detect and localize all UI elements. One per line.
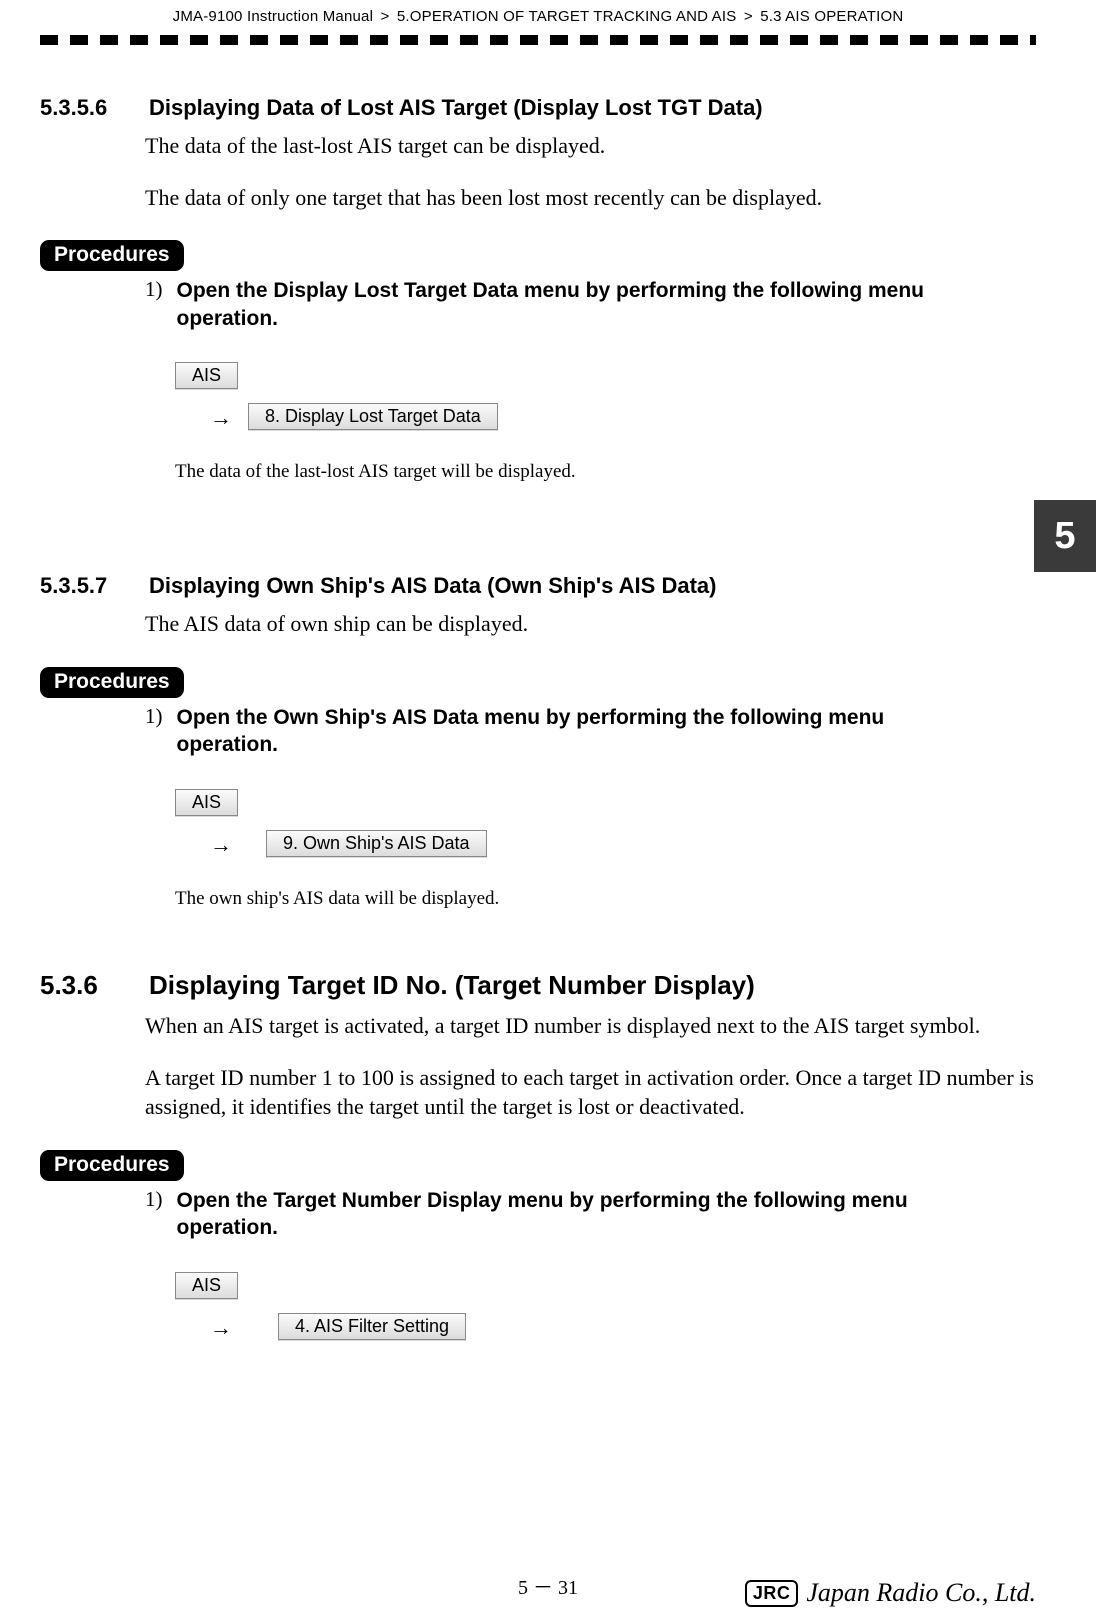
jrc-logo-icon: JRC <box>745 1580 799 1607</box>
body-text: When an AIS target is activated, a targe… <box>145 1011 1036 1041</box>
step-text: Open the Target Number Display menu by p… <box>177 1187 977 1242</box>
arrow-right-icon: → <box>210 1315 232 1341</box>
procedures-label: Procedures <box>40 1150 184 1181</box>
menu-button-ais[interactable]: AIS <box>175 1272 238 1299</box>
breadcrumb: JMA-9100 Instruction Manual > 5.OPERATIO… <box>40 0 1036 25</box>
body-text: A target ID number 1 to 100 is assigned … <box>145 1063 1036 1122</box>
menu-path-row: → 4. AIS Filter Setting <box>210 1313 1036 1341</box>
menu-button-ais-filter-setting[interactable]: 4. AIS Filter Setting <box>278 1313 466 1340</box>
menu-path: AIS <box>175 1272 1036 1299</box>
note-text: The data of the last-lost AIS target wil… <box>175 461 1036 483</box>
procedures-label: Procedures <box>40 240 184 271</box>
note-text: The own ship's AIS data will be displaye… <box>175 888 1036 910</box>
breadcrumb-sep: > <box>744 8 753 25</box>
chapter-tab: 5 <box>1034 500 1096 572</box>
breadcrumb-sep: > <box>381 8 390 25</box>
step-row: 1) Open the Target Number Display menu b… <box>145 1187 1036 1242</box>
menu-button-ais[interactable]: AIS <box>175 362 238 389</box>
step-row: 1) Open the Display Lost Target Data men… <box>145 277 1036 332</box>
menu-path: AIS <box>175 362 1036 389</box>
arrow-right-icon: → <box>210 832 232 858</box>
step-number: 1) <box>145 704 163 729</box>
page-number: 5 － 31 <box>518 1571 578 1600</box>
menu-button-own-ships-ais-data[interactable]: 9. Own Ship's AIS Data <box>266 830 487 857</box>
step-number: 1) <box>145 1187 163 1212</box>
step-number: 1) <box>145 277 163 302</box>
section-title: Displaying Target ID No. (Target Number … <box>149 970 755 1000</box>
body-text: The AIS data of own ship can be displaye… <box>145 609 1036 639</box>
menu-button-display-lost-target-data[interactable]: 8. Display Lost Target Data <box>248 403 498 430</box>
section-536: 5.3.6 Displaying Target ID No. (Target N… <box>40 970 1036 1001</box>
body-text: The data of the last-lost AIS target can… <box>145 131 1036 161</box>
menu-path-row: → 9. Own Ship's AIS Data <box>210 830 1036 858</box>
divider-dashed <box>40 35 1036 45</box>
breadcrumb-manual: JMA-9100 Instruction Manual <box>173 8 374 25</box>
section-title: Displaying Data of Lost AIS Target (Disp… <box>149 95 763 120</box>
step-text: Open the Display Lost Target Data menu b… <box>177 277 977 332</box>
breadcrumb-chapter: 5.OPERATION OF TARGET TRACKING AND AIS <box>397 8 737 25</box>
section-53557: 5.3.5.7 Displaying Own Ship's AIS Data (… <box>40 573 1036 599</box>
menu-path-row: → 8. Display Lost Target Data <box>210 403 1036 431</box>
section-num: 5.3.5.7 <box>40 573 145 599</box>
body-text: The data of only one target that has bee… <box>145 183 1036 213</box>
step-text: Open the Own Ship's AIS Data menu by per… <box>177 704 977 759</box>
arrow-right-icon: → <box>210 405 232 431</box>
section-num: 5.3.6 <box>40 970 145 1001</box>
breadcrumb-section: 5.3 AIS OPERATION <box>760 8 903 25</box>
procedures-label: Procedures <box>40 667 184 698</box>
section-53556: 5.3.5.6 Displaying Data of Lost AIS Targ… <box>40 95 1036 121</box>
step-row: 1) Open the Own Ship's AIS Data menu by … <box>145 704 1036 759</box>
jrc-company-name: Japan Radio Co., Ltd. <box>806 1578 1036 1608</box>
footer-logo: JRC Japan Radio Co., Ltd. <box>745 1578 1036 1608</box>
menu-button-ais[interactable]: AIS <box>175 789 238 816</box>
section-title: Displaying Own Ship's AIS Data (Own Ship… <box>149 573 716 598</box>
section-num: 5.3.5.6 <box>40 95 145 121</box>
menu-path: AIS <box>175 789 1036 816</box>
